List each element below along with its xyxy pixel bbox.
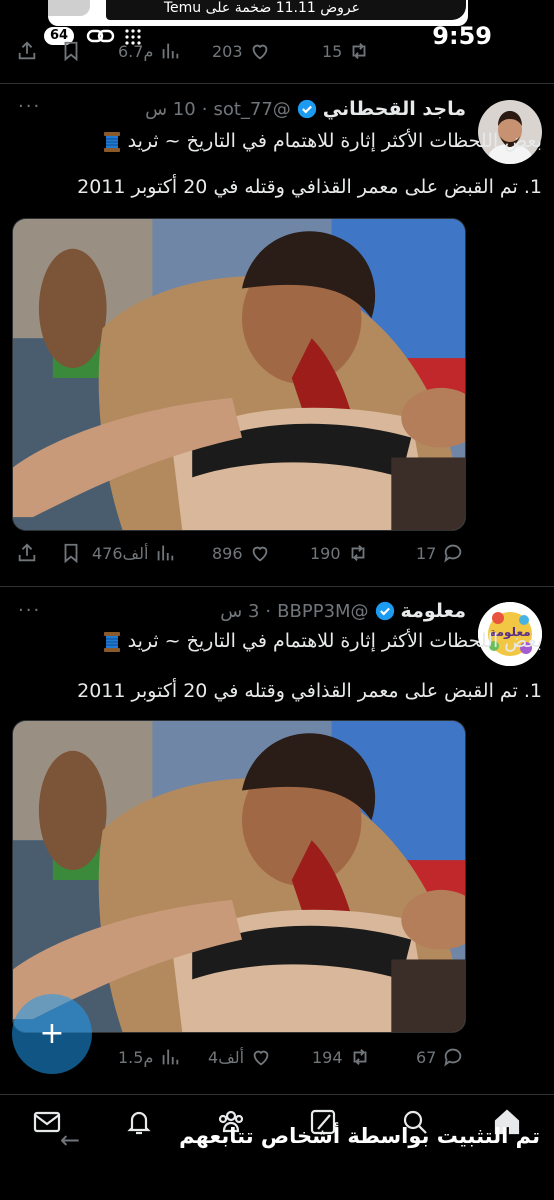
retweets-count: 194 — [312, 1047, 343, 1067]
tweet-image[interactable] — [12, 720, 466, 1033]
tweet-line-2: 1. تم القبض على معمر القذافي وقتله في 20… — [77, 176, 542, 198]
tweet-header: معلومة @BBPP3M · 3 س — [220, 600, 466, 622]
reply-button[interactable]: 67 — [416, 1044, 464, 1070]
reply-icon — [444, 1048, 462, 1067]
views-icon — [163, 1049, 179, 1065]
more-options-icon[interactable]: ··· — [18, 600, 41, 621]
tweet-line-1: بعض اللحظات الأكثر إثارة للاهتمام في الت… — [127, 130, 542, 152]
bell-icon — [127, 1111, 151, 1135]
thread-spool-icon — [103, 631, 120, 652]
tweet-image[interactable] — [12, 218, 466, 531]
verified-badge-icon — [375, 601, 394, 621]
notification-left-strip — [48, 0, 90, 16]
notification-text: عروض 11.11 ضخمة على Temu — [163, 0, 360, 16]
like-button[interactable]: 896 — [212, 540, 271, 566]
reply-icon — [444, 544, 462, 563]
views-button[interactable]: 6.7م — [118, 38, 181, 64]
notifications-tab[interactable] — [124, 1107, 154, 1137]
share-button[interactable] — [16, 540, 38, 566]
share-button[interactable] — [16, 38, 38, 64]
likes-count: 4ألف — [208, 1047, 245, 1067]
separator-dot: · — [201, 98, 208, 120]
replies-count: 67 — [416, 1047, 437, 1067]
retweet-icon — [352, 43, 366, 59]
tweet-line-2: 1. تم القبض على معمر القذافي وقتله في 20… — [77, 680, 542, 702]
compose-button[interactable]: + — [12, 994, 92, 1074]
verified-badge-icon — [297, 99, 316, 119]
tweet-header: ماجد القحطاني @sot_77 · 10 س — [145, 98, 466, 120]
author-name[interactable]: معلومة — [401, 600, 466, 622]
tweet-action-row: 476ألف 896 190 17 — [0, 540, 554, 570]
plus-icon: + — [39, 1016, 65, 1051]
author-name[interactable]: ماجد القحطاني — [323, 98, 466, 120]
tweet-card[interactable]: ··· ماجد القحطاني @sot_77 · 10 س بعض الل… — [0, 84, 554, 584]
share-icon — [18, 41, 36, 60]
mail-icon — [33, 1111, 61, 1133]
retweet-icon — [353, 1049, 366, 1065]
retweet-button[interactable]: 194 — [312, 1044, 371, 1070]
views-icon — [158, 545, 174, 561]
tweet-time[interactable]: 3 س — [220, 601, 259, 622]
bookmark-button[interactable] — [60, 38, 82, 64]
views-icon — [163, 43, 179, 59]
more-options-icon[interactable]: ··· — [18, 96, 41, 117]
thread-spool-icon — [103, 131, 120, 152]
replies-count: 17 — [416, 543, 437, 563]
likes-count: 896 — [212, 543, 243, 563]
views-button[interactable]: 476ألف — [92, 540, 176, 566]
pinned-toast-text: تم التثبيت بواسطة أشخاص تتابعهم — [179, 1124, 540, 1148]
top-action-row: 6.7م 203 15 — [0, 38, 554, 68]
retweet-button[interactable]: 190 — [310, 540, 369, 566]
views-count: 1.5م — [118, 1047, 154, 1067]
tweet-time[interactable]: 10 س — [145, 99, 196, 120]
tweet-line-1: بعض اللحظات الأكثر إثارة للاهتمام في الت… — [127, 630, 542, 652]
views-button[interactable]: 1.5م — [118, 1044, 181, 1070]
views-count: 6.7م — [118, 41, 154, 61]
messages-tab[interactable] — [32, 1107, 62, 1137]
like-button[interactable]: 203 — [212, 38, 271, 64]
tweet-text: بعض اللحظات الأكثر إثارة للاهتمام في الت… — [12, 128, 542, 200]
share-icon — [18, 543, 36, 562]
bookmark-button[interactable] — [60, 540, 82, 566]
likes-count: 203 — [212, 41, 243, 61]
retweet-icon — [351, 545, 364, 561]
reply-button[interactable]: 17 — [416, 540, 464, 566]
divider — [0, 586, 554, 587]
notification-banner[interactable]: عروض 11.11 ضخمة على Temu — [48, 0, 468, 26]
back-arrow-icon[interactable]: ← — [60, 1126, 80, 1154]
heart-icon — [252, 44, 267, 60]
bookmark-icon — [64, 41, 78, 62]
retweets-count: 190 — [310, 543, 341, 563]
author-handle[interactable]: @BBPP3M — [277, 601, 368, 622]
retweets-count: 15 — [322, 41, 343, 61]
author-handle[interactable]: @sot_77 — [213, 99, 290, 120]
heart-icon — [252, 546, 267, 562]
separator-dot: · — [265, 600, 272, 622]
bookmark-icon — [64, 543, 78, 564]
tweet-text: بعض اللحظات الأكثر إثارة للاهتمام في الت… — [12, 628, 542, 704]
like-button[interactable]: 4ألف — [208, 1044, 272, 1070]
views-count: 476ألف — [92, 543, 149, 563]
retweet-button[interactable]: 15 — [322, 38, 370, 64]
heart-icon — [253, 1050, 269, 1066]
